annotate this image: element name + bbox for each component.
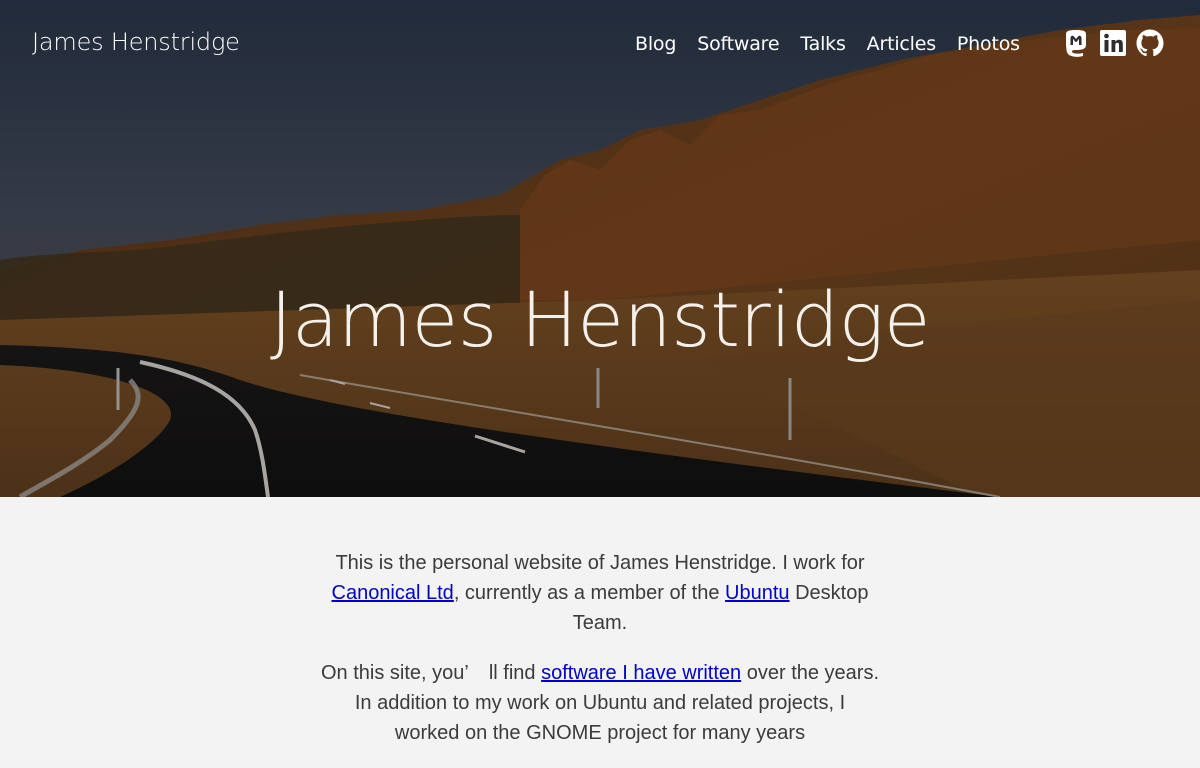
social-links [1061, 28, 1165, 58]
hero-background-image [0, 0, 1200, 497]
hero-title: James Henstridge [270, 275, 930, 364]
canonical-link[interactable]: Canonical Ltd [332, 582, 454, 604]
intro-content: This is the personal website of James He… [320, 548, 880, 768]
main-nav: Blog Software Talks Articles Photos [635, 30, 1041, 58]
github-icon[interactable] [1135, 28, 1165, 58]
nav-item-talks[interactable]: Talks [800, 30, 845, 58]
intro-text: This is the personal website of James He… [335, 552, 865, 574]
mastodon-icon[interactable] [1061, 28, 1091, 58]
ubuntu-link[interactable]: Ubuntu [725, 582, 790, 604]
intro-paragraph-1: This is the personal website of James He… [320, 548, 880, 638]
intro-text: , currently as a member of the [453, 582, 726, 604]
linkedin-icon[interactable] [1098, 28, 1128, 58]
nav-item-blog[interactable]: Blog [635, 30, 676, 58]
nav-item-software[interactable]: Software [697, 30, 779, 58]
intro-paragraph-2: On this site, you’ ll find software I ha… [320, 658, 880, 748]
hero-banner: James Henstridge Blog Software Talks Art… [0, 0, 1200, 497]
software-link[interactable]: software I have written [541, 662, 741, 684]
nav-item-photos[interactable]: Photos [957, 30, 1020, 58]
intro-text: On this site, you’ ll find [320, 662, 542, 684]
site-title-link[interactable]: James Henstridge [32, 28, 240, 56]
nav-item-articles[interactable]: Articles [867, 30, 936, 58]
